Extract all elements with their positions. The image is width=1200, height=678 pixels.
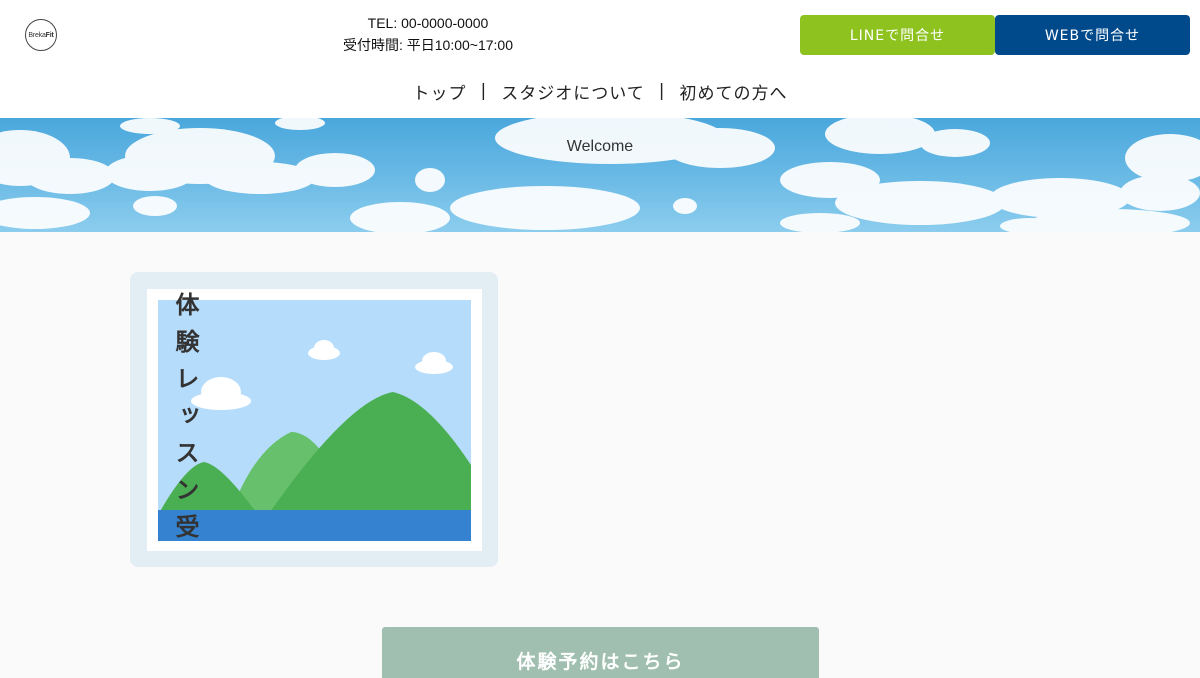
hero-banner: Welcome: [0, 118, 1200, 232]
nav-separator: |: [480, 81, 488, 101]
trial-reservation-button[interactable]: 体験予約はこちら: [382, 627, 819, 678]
line-contact-button[interactable]: LINEで問合せ: [800, 15, 995, 55]
nav-item-about-studio[interactable]: スタジオについて: [501, 79, 645, 104]
nav-item-first-time[interactable]: 初めての方へ: [679, 79, 787, 104]
business-hours: 受付時間: 平日10:00~17:00: [342, 37, 514, 53]
hero-title: Welcome: [566, 138, 634, 155]
site-header: Breka Fit TEL: 00-0000-0000 受付時間: 平日10:00…: [0, 0, 1200, 118]
site-logo[interactable]: Breka Fit: [25, 19, 57, 51]
phone-number: TEL: 00-0000-0000: [367, 15, 489, 31]
sky-clouds-image: [0, 118, 1200, 232]
main-nav: トップ | スタジオについて | 初めての方へ: [0, 78, 1200, 104]
web-contact-button[interactable]: WEBで問合せ: [995, 15, 1190, 55]
contact-info: TEL: 00-0000-0000 受付時間: 平日10:00~17:00: [300, 12, 556, 56]
logo-prefix: Breka: [28, 31, 46, 39]
logo-suffix: Fit: [45, 31, 54, 39]
nav-separator: |: [658, 81, 666, 101]
nav-item-top[interactable]: トップ: [413, 79, 467, 104]
card-title: 体験レッスン受: [171, 292, 199, 551]
landscape-placeholder-icon: [158, 300, 471, 541]
